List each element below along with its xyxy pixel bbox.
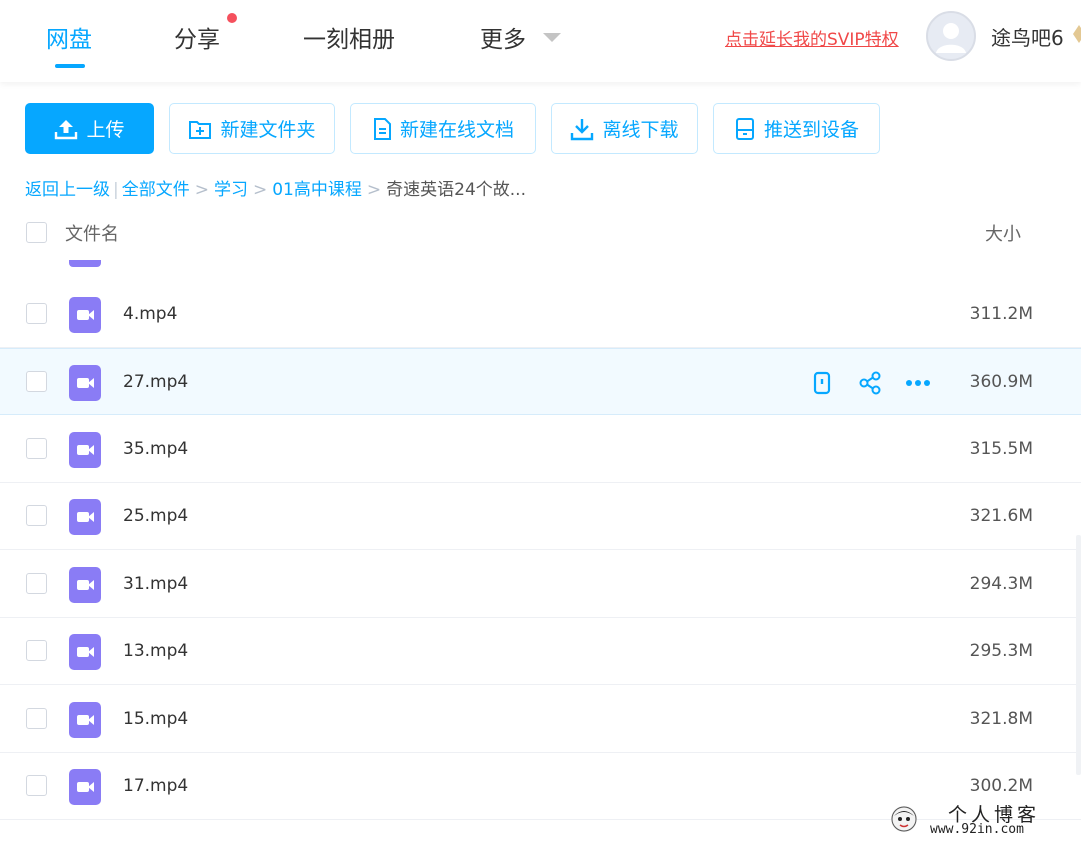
breadcrumb-back[interactable]: 返回上一级 (25, 180, 110, 200)
offline-download-label: 离线下载 (602, 119, 679, 141)
breadcrumb-current: 奇速英语24个故... (386, 180, 526, 200)
tab-more[interactable]: 更多 (480, 20, 526, 54)
share-icon[interactable] (857, 370, 883, 396)
upload-button[interactable]: 上传 (25, 103, 154, 154)
video-file-icon (69, 769, 101, 805)
table-row[interactable]: 35.mp4 315.5M (0, 416, 1081, 483)
table-row[interactable]: 31.mp4 294.3M (0, 551, 1081, 618)
file-size: 311.2M (969, 304, 1033, 324)
scrollbar[interactable] (1076, 535, 1081, 775)
column-header-size[interactable]: 大小 (985, 220, 1021, 246)
document-icon (373, 117, 391, 140)
more-options-icon[interactable] (905, 370, 931, 396)
file-name[interactable]: 27.mp4 (123, 372, 188, 392)
file-size: 295.3M (969, 641, 1033, 661)
table-row[interactable]: 25.mp4 321.6M (0, 483, 1081, 550)
file-name[interactable]: 35.mp4 (123, 439, 188, 459)
username[interactable]: 途鸟吧6 (991, 22, 1064, 51)
push-to-device-label: 推送到设备 (763, 119, 859, 141)
upload-icon (55, 119, 78, 139)
breadcrumb-all-files[interactable]: 全部文件 (122, 180, 190, 200)
push-to-device-button[interactable]: 推送到设备 (713, 103, 880, 154)
new-folder-button[interactable]: 新建文件夹 (169, 103, 335, 154)
file-size: 294.3M (969, 574, 1033, 594)
row-checkbox[interactable] (26, 640, 47, 661)
tab-album[interactable]: 一刻相册 (303, 20, 395, 54)
video-file-icon (69, 365, 101, 401)
avatar[interactable] (926, 11, 976, 61)
row-checkbox[interactable] (26, 438, 47, 459)
file-name[interactable]: 13.mp4 (123, 641, 188, 661)
upload-label: 上传 (86, 119, 125, 141)
file-name[interactable]: 15.mp4 (123, 709, 188, 729)
watermark-url: www.92in.com (930, 822, 1024, 837)
file-name[interactable]: 31.mp4 (123, 574, 188, 594)
file-size: 321.6M (969, 506, 1033, 526)
row-checkbox[interactable] (26, 371, 47, 392)
breadcrumb: 返回上一级 | 全部文件 > 学习 >01高中课程 > 奇速英语24个故... (25, 180, 526, 200)
file-size: 321.8M (969, 709, 1033, 729)
top-nav: 网盘 分享 一刻相册 更多 点击延长我的SVIP特权 途鸟吧6 (0, 0, 1081, 82)
breadcrumb-item[interactable]: 学习 (214, 180, 248, 200)
watermark: 个人博客 www.92in.com (888, 800, 1078, 840)
table-row[interactable]: 4.mp4 311.2M (0, 281, 1081, 348)
new-folder-label: 新建文件夹 (220, 119, 316, 141)
offline-download-button[interactable]: 离线下载 (551, 103, 698, 154)
video-file-icon (69, 297, 101, 333)
file-list: 4.mp4 311.2M 27.mp4 360.9M 35.mp4 315.5M… (0, 260, 1081, 841)
row-checkbox[interactable] (26, 505, 47, 526)
table-row[interactable]: 13.mp4 295.3M (0, 618, 1081, 685)
file-size: 315.5M (969, 439, 1033, 459)
vip-badge-icon (1073, 25, 1081, 43)
download-icon (571, 118, 594, 140)
push-device-icon[interactable] (809, 370, 835, 396)
device-icon (735, 117, 754, 140)
video-file-icon (69, 634, 101, 670)
folder-plus-icon (189, 120, 212, 139)
new-online-doc-button[interactable]: 新建在线文档 (350, 103, 536, 154)
new-online-doc-label: 新建在线文档 (399, 119, 514, 141)
video-file-icon (69, 567, 101, 603)
file-size: 360.9M (969, 372, 1033, 392)
table-row[interactable]: 15.mp4 321.8M (0, 686, 1081, 753)
file-name[interactable]: 17.mp4 (123, 776, 188, 796)
notification-dot (227, 13, 237, 23)
column-header-name[interactable]: 文件名 (65, 220, 119, 246)
video-file-icon (69, 432, 101, 468)
row-checkbox[interactable] (26, 573, 47, 594)
row-checkbox[interactable] (26, 303, 47, 324)
file-name[interactable]: 4.mp4 (123, 304, 177, 324)
svip-renew-link[interactable]: 点击延长我的SVIP特权 (725, 25, 899, 50)
tab-netdisk[interactable]: 网盘 (46, 20, 92, 54)
video-file-icon (69, 499, 101, 535)
file-name[interactable]: 25.mp4 (123, 506, 188, 526)
select-all-checkbox[interactable] (26, 222, 47, 243)
row-checkbox[interactable] (26, 708, 47, 729)
file-size: 300.2M (969, 776, 1033, 796)
breadcrumb-item[interactable]: 01高中课程 (272, 180, 362, 200)
active-tab-indicator (55, 64, 85, 68)
video-file-icon (69, 260, 101, 267)
tab-share[interactable]: 分享 (174, 20, 220, 54)
table-row[interactable]: 27.mp4 360.9M (0, 348, 1081, 415)
row-checkbox[interactable] (26, 775, 47, 796)
chevron-down-icon[interactable] (543, 33, 561, 42)
user-silhouette-icon (936, 23, 966, 53)
cartoon-face-icon (891, 806, 917, 832)
video-file-icon (69, 702, 101, 738)
